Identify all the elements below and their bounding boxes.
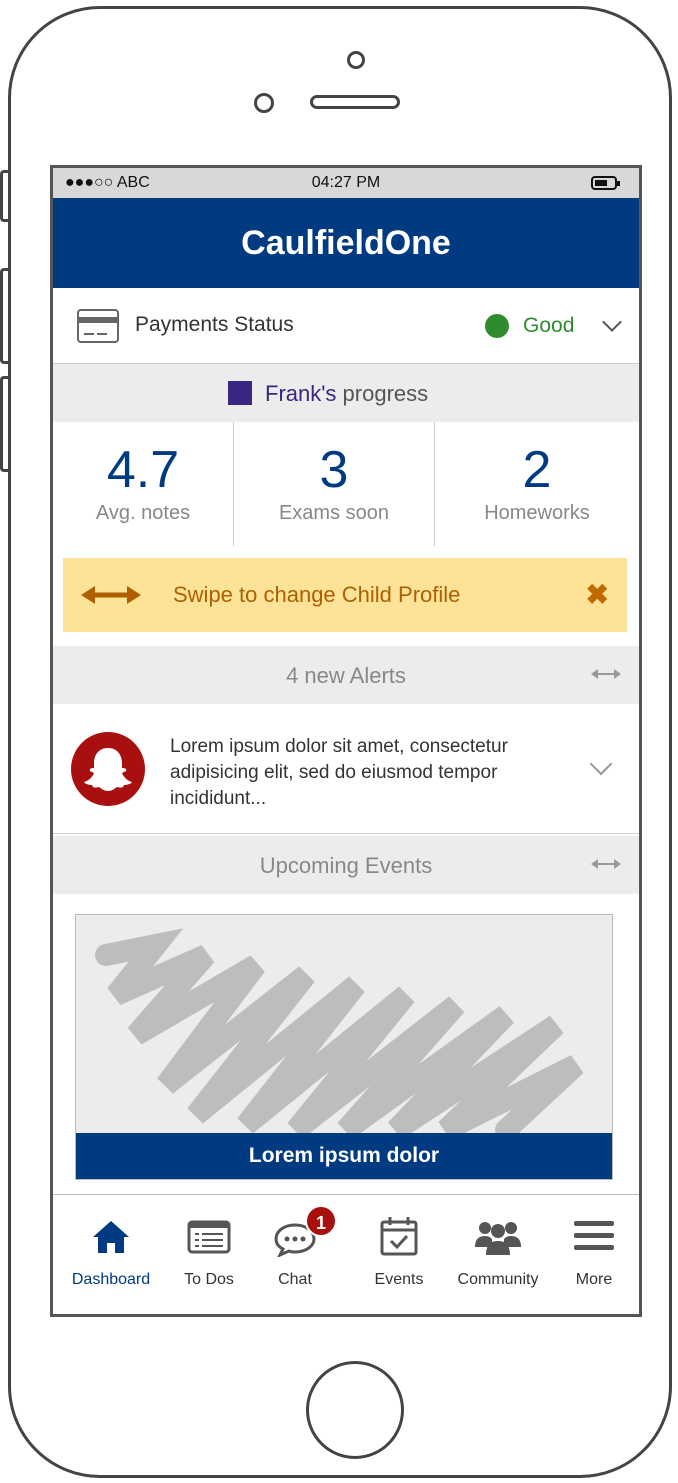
events-header[interactable]: Upcoming Events	[53, 836, 639, 894]
alerts-title: 4 new Alerts	[286, 663, 406, 688]
stat-exams-soon[interactable]: 3 Exams soon	[234, 422, 434, 546]
event-caption: Lorem ipsum dolor	[76, 1133, 612, 1179]
child-color-swatch	[228, 381, 252, 405]
tab-label: More	[575, 1271, 613, 1288]
stat-avg-notes[interactable]: 4.7 Avg. notes	[53, 422, 233, 546]
tab-more[interactable]: More	[549, 1195, 639, 1314]
tab-todos[interactable]: To Dos	[169, 1195, 249, 1314]
swipe-hint-banner[interactable]: Swipe to change Child Profile ✖	[63, 558, 627, 632]
menu-icon	[574, 1221, 614, 1250]
chevron-down-icon[interactable]	[589, 752, 613, 776]
alert-avatar	[71, 732, 145, 806]
tab-label: Dashboard	[71, 1271, 151, 1288]
status-indicator-dot	[485, 314, 509, 338]
phone-screen: ●●●○○ ABC 04:27 PM CaulfieldOne Payments…	[50, 165, 642, 1317]
tab-label: Chat	[278, 1271, 312, 1288]
stat-label: Avg. notes	[95, 502, 191, 524]
home-button[interactable]	[306, 1361, 404, 1459]
payments-status-value: Good	[523, 314, 575, 337]
list-icon	[187, 1220, 231, 1254]
clock: 04:27 PM	[311, 174, 381, 191]
users-icon	[475, 1222, 521, 1255]
swap-arrows-icon	[81, 586, 141, 604]
progress-header: Frank's progress	[53, 364, 639, 422]
progress-stats: 4.7 Avg. notes 3 Exams soon 2 Homeworks	[53, 422, 639, 546]
front-camera	[347, 51, 365, 69]
home-icon	[93, 1221, 129, 1253]
earpiece-speaker	[310, 95, 400, 109]
app-header: CaulfieldOne	[53, 198, 639, 288]
stat-value: 4.7	[106, 441, 180, 499]
events-title: Upcoming Events	[259, 853, 433, 878]
chat-unread-badge: 1	[305, 1205, 337, 1237]
tab-community[interactable]: Community	[447, 1195, 549, 1314]
tab-label: Community	[457, 1271, 539, 1288]
image-placeholder	[95, 928, 584, 1141]
progress-suffix: progress	[336, 381, 429, 406]
stat-label: Exams soon	[278, 502, 390, 524]
app-title: CaulfieldOne	[241, 224, 451, 262]
proximity-sensor	[254, 93, 274, 113]
swap-arrows-icon	[591, 669, 621, 679]
credit-card-icon	[77, 309, 119, 343]
event-card[interactable]: Lorem ipsum dolor	[75, 914, 613, 1180]
stat-label: Homeworks	[484, 502, 590, 524]
stat-value: 3	[319, 441, 349, 499]
tab-dashboard[interactable]: Dashboard	[53, 1195, 169, 1314]
tab-events[interactable]: Events	[351, 1195, 447, 1314]
payments-status-row[interactable]: Payments Status Good	[53, 288, 639, 364]
tab-chat[interactable]: 1 Chat	[249, 1195, 341, 1314]
calendar-check-icon	[380, 1217, 418, 1256]
child-name: Frank's	[265, 381, 337, 406]
payments-status-label: Payments Status	[135, 313, 294, 336]
alert-message: Lorem ipsum dolor sit amet, consectetur …	[170, 736, 508, 809]
bottom-tab-bar: Dashboard To Dos 1 Chat Events Community…	[53, 1194, 639, 1314]
tab-label: To Dos	[184, 1271, 234, 1288]
alerts-header[interactable]: 4 new Alerts	[53, 646, 639, 704]
swap-arrows-icon	[591, 859, 621, 869]
alert-item[interactable]: Lorem ipsum dolor sit amet, consectetur …	[53, 704, 639, 834]
progress-title: Frank's progress	[265, 381, 428, 407]
battery-icon	[591, 176, 620, 190]
tab-label: Events	[374, 1271, 424, 1288]
stat-homeworks[interactable]: 2 Homeworks	[435, 422, 639, 546]
ghost-icon	[84, 748, 132, 791]
status-bar: ●●●○○ ABC 04:27 PM	[53, 168, 639, 198]
chevron-down-icon[interactable]	[602, 312, 622, 332]
stat-value: 2	[522, 441, 552, 499]
close-icon[interactable]: ✖	[586, 578, 609, 611]
swipe-hint-text: Swipe to change Child Profile	[173, 582, 461, 607]
